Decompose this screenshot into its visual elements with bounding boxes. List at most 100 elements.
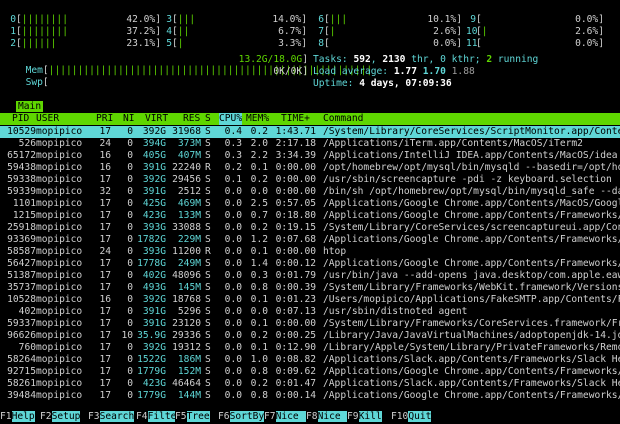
function-key-f6[interactable]: F6SortBy — [218, 411, 265, 423]
row-cpu: 0.0 — [224, 234, 242, 245]
row-nice: 0 — [127, 126, 133, 137]
function-key-f2[interactable]: F2Setup — [40, 411, 81, 423]
row-cpu: 0.0 — [224, 306, 242, 317]
row-res: 229M — [177, 234, 201, 245]
table-row[interactable]: 402 mopipico 17 0 391G 5296 S 0.0 0.0 0:07.13/usr… — [0, 306, 620, 318]
table-row[interactable]: 58261 mopipico 17 0 423G 46464 S 0.0 0.2 0:01.47 /… — [0, 378, 620, 390]
row-res: 5296 — [177, 306, 201, 317]
row-mem: 0.8 — [250, 282, 268, 293]
column-mem[interactable]: MEM% — [246, 113, 269, 125]
row-pid: 39484 — [7, 390, 36, 401]
column-pid[interactable]: PID — [12, 113, 29, 125]
load-average: Load average: 1.77 1.70 1.88 — [313, 66, 475, 77]
row-virt: 1779G — [137, 390, 166, 401]
table-row[interactable]: 65172 mopipico 16 0 405G 407M S 0.3 2.2 3:34.39/A… — [0, 150, 620, 162]
column-pri[interactable]: PRI — [96, 113, 113, 125]
row-nice: 0 — [127, 246, 133, 257]
row-cpu: 0.2 — [224, 162, 242, 173]
row-time: 0:00.25 — [275, 330, 316, 341]
row-mem: 0.2 — [250, 378, 268, 389]
function-key-f1[interactable]: F1Help — [0, 411, 35, 423]
column-user[interactable]: USER — [36, 113, 59, 125]
table-row[interactable]: 93369 mopipico 17 0 1782G 229M S 0.0 1.2 0:07.68 /… — [0, 234, 620, 246]
row-state: S — [205, 294, 211, 305]
column-res[interactable]: RES — [183, 113, 200, 125]
row-pri: 16 — [99, 294, 111, 305]
table-row[interactable]: 1215 mopipico 17 0 423G 133M S 0.0 0.7 0:18.80/Ap… — [0, 210, 620, 222]
table-row[interactable]: 760 mopipico 17 0 392G 19312 S 0.0 0.1 0:12.90/Li… — [0, 342, 620, 354]
row-command: /Users/mopipico/Applications/FakeSMTP.ap… — [323, 294, 620, 305]
table-row[interactable]: 1101 mopipico 17 0 425G 469M S 0.0 2.5 0:57.05/Ap… — [0, 198, 620, 210]
table-row[interactable]: 59338 mopipico 17 0 392G 29456 S 0.1 0.2 0:00.00 /… — [0, 174, 620, 186]
row-time: 0:01.23 — [275, 294, 316, 305]
row-nice: 10 — [121, 330, 133, 341]
row-time: 2:17.18 — [275, 138, 316, 149]
row-mem: 1.0 — [250, 354, 268, 365]
row-nice: 0 — [127, 390, 133, 401]
row-pri: 17 — [99, 318, 111, 329]
row-command: /Applications/Google Chrome.app/Contents… — [323, 258, 620, 269]
row-state: S — [205, 126, 211, 137]
row-cpu: 0.0 — [224, 378, 242, 389]
table-row[interactable]: 59438 mopipico 16 0 391G 22240 R 0.2 0.1 0:00.00 /… — [0, 162, 620, 174]
function-key-f10[interactable]: F10Quit — [391, 411, 432, 423]
row-res: 249M — [177, 258, 201, 269]
row-time: 0:18.80 — [275, 210, 316, 221]
row-res: 33088 — [172, 222, 201, 233]
row-virt: 393G — [142, 222, 166, 233]
function-key-f8[interactable]: F8Nice + — [306, 411, 353, 423]
function-key-f7[interactable]: F7Nice - — [264, 411, 311, 423]
table-row[interactable]: 59339 mopipico 32 0 391G 2512 S 0.0 0.0 0:00.00/b… — [0, 186, 620, 198]
table-row[interactable]: 35737 mopipico 17 0 493G 145M S 0.0 0.8 0:00.39/S… — [0, 282, 620, 294]
table-row[interactable]: 59337 mopipico 17 0 391G 23120 S 0.0 0.1 0:00.00 /… — [0, 318, 620, 330]
row-user: mopipico — [36, 162, 83, 173]
row-cpu: 0.0 — [224, 390, 242, 401]
row-pid: 526 — [18, 138, 36, 149]
column-cpu[interactable]: CPU% — [219, 113, 243, 125]
column-virt[interactable]: VIRT — [145, 113, 168, 125]
row-pri: 17 — [99, 366, 111, 377]
table-row[interactable]: 10528 mopipico 16 0 392G 18768 S 0.0 0.1 0:01.23 /… — [0, 294, 620, 306]
row-mem: 0.1 — [250, 246, 268, 257]
table-row[interactable]: 58587 mopipico 24 0 393G 11200 R 0.0 0.1 0:00.00 h… — [0, 246, 620, 258]
function-key-f9[interactable]: F9Kill — [347, 411, 382, 423]
cpu-id: 1 — [10, 26, 16, 37]
row-command: /Applications/iTerm.app/Contents/MacOS/i… — [323, 138, 583, 149]
column-ni[interactable]: NI — [123, 113, 135, 125]
cpu-bars: ||| — [329, 14, 348, 25]
row-time: 0:08.82 — [275, 354, 316, 365]
row-command: /Applications/Slack.app/Contents/Framewo… — [323, 354, 620, 365]
cpu-meter: 0[|||||||| 42.0%] — [6, 14, 161, 25]
function-key-f3[interactable]: F3Search — [88, 411, 135, 423]
table-row[interactable]: 96626 mopipico 17 10 35.9G 29336 S 0.0 0.2 0:00.2… — [0, 330, 620, 342]
row-res: 46464 — [172, 378, 201, 389]
row-nice: 0 — [127, 270, 133, 281]
table-row[interactable]: 526 mopipico 24 0 394G 373M S 0.3 2.0 2:17.18/App… — [0, 138, 620, 150]
row-nice: 0 — [127, 198, 133, 209]
row-res: 407M — [177, 150, 201, 161]
table-row[interactable]: 39484 mopipico 17 0 1779G 144M S 0.0 0.8 0:00.14 /… — [0, 390, 620, 402]
cpu-meter: 10[| 2.6%] — [466, 26, 604, 37]
row-mem: 0.2 — [250, 330, 268, 341]
function-key-action: Quit — [408, 411, 432, 422]
table-row[interactable]: 25918 mopipico 17 0 393G 33088 S 0.0 0.2 0:19.15 /… — [0, 222, 620, 234]
table-row[interactable]: 58264 mopipico 17 0 1522G 186M S 0.0 1.0 0:08.82 /… — [0, 354, 620, 366]
column-command[interactable]: Command — [323, 113, 363, 125]
row-pri: 17 — [99, 198, 111, 209]
tab-main[interactable]: Main — [16, 101, 44, 112]
table-row[interactable]: 92715 mopipico 17 0 1779G 152M S 0.0 0.8 0:09.62 /… — [0, 366, 620, 378]
row-time: 0:07.13 — [275, 306, 316, 317]
table-row-selected[interactable]: 10529 mopipico 17 0 392G 31968 S 0.4 0.2 1:43.71 /… — [0, 126, 620, 138]
row-mem: 2.2 — [250, 150, 268, 161]
column-time[interactable]: TIME+ — [281, 113, 310, 125]
row-state: R — [205, 246, 211, 257]
function-key-f5[interactable]: F5Tree — [175, 411, 210, 423]
row-mem: 0.1 — [250, 294, 268, 305]
table-row[interactable]: 51387 mopipico 17 0 402G 48096 S 0.0 0.3 0:01.79 /… — [0, 270, 620, 282]
function-key-label: F8 — [306, 411, 318, 422]
row-pri: 17 — [99, 126, 111, 137]
row-cpu: 0.0 — [224, 198, 242, 209]
column-state[interactable]: S — [205, 113, 211, 125]
table-row[interactable]: 56427 mopipico 17 0 1778G 249M S 0.0 1.4 0:00.12 /… — [0, 258, 620, 270]
row-pri: 17 — [99, 378, 111, 389]
